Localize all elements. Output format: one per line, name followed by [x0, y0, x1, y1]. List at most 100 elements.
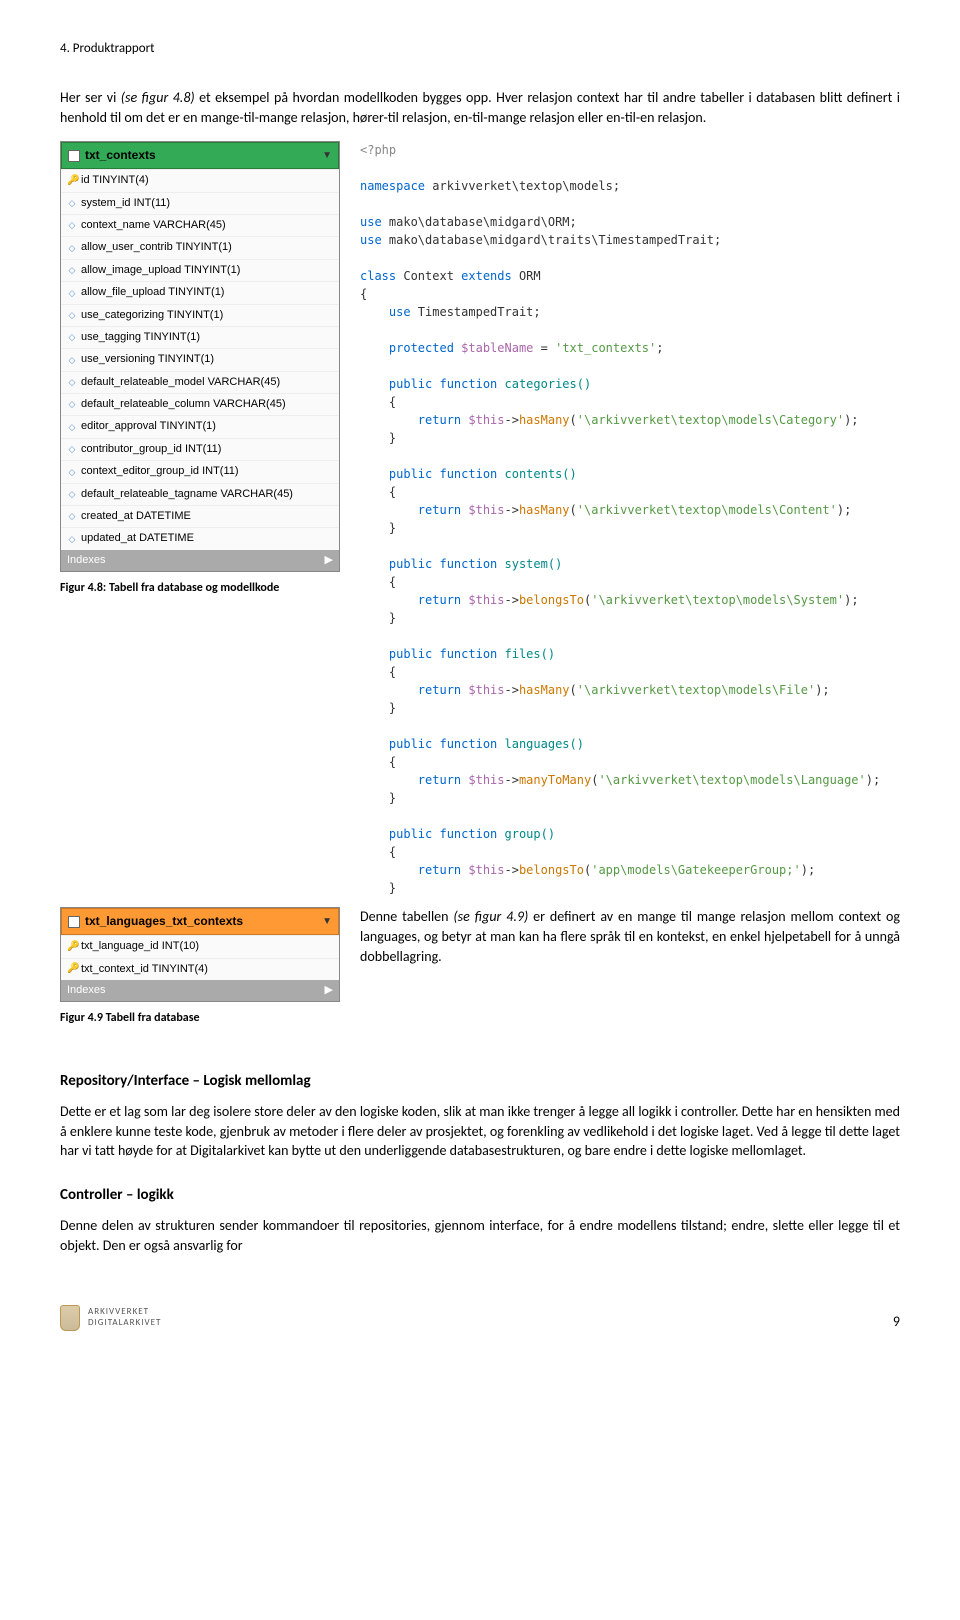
- code-kw: protected: [360, 341, 461, 355]
- code-var: $this: [468, 863, 504, 877]
- db-field: use_categorizing TINYINT(1): [81, 308, 223, 323]
- code-brace: }: [360, 791, 396, 805]
- mid-paragraph: Denne tabellen (se figur 4.9) er definer…: [360, 907, 900, 1047]
- code-op: ->: [505, 593, 519, 607]
- code-op: ->: [505, 683, 519, 697]
- diamond-icon: ◇: [67, 376, 77, 389]
- diamond-icon: ◇: [67, 443, 77, 456]
- db-field: txt_context_id TINYINT(4): [81, 962, 208, 977]
- code-kw: use: [360, 215, 389, 229]
- code-string: '\arkivverket\textop\models\File': [577, 683, 815, 697]
- db-table-contexts: txt_contexts ▼ 🔑id TINYINT(4) ◇system_id…: [60, 141, 340, 572]
- db-table-languages: txt_languages_txt_contexts ▼ 🔑txt_langua…: [60, 907, 340, 1002]
- code-kw: use: [360, 305, 418, 319]
- code-var: $this: [468, 413, 504, 427]
- code-kw: namespace: [360, 179, 432, 193]
- diamond-icon: ◇: [67, 264, 77, 277]
- db-field: contributor_group_id INT(11): [81, 442, 221, 457]
- code-kw: return: [360, 503, 468, 517]
- diamond-icon: ◇: [67, 533, 77, 546]
- code-brace: {: [360, 845, 396, 859]
- code-fn: contents(): [505, 467, 577, 481]
- figure-caption-2: Figur 4.9 Tabell fra database: [60, 1010, 340, 1027]
- code-brace: {: [360, 755, 396, 769]
- table-icon: [68, 150, 80, 162]
- code-paren: );: [837, 503, 851, 517]
- code-block: <?php namespace arkivverket\textop\model…: [360, 141, 900, 897]
- db-row: ◇ contributor_group_id INT(11): [61, 438, 339, 460]
- code-kw: class: [360, 269, 403, 283]
- db-field: default_relateable_column VARCHAR(45): [81, 397, 286, 412]
- code-kw: public function: [360, 647, 505, 661]
- code-brace: }: [360, 431, 396, 445]
- db-row: 🔑 txt_language_id INT(10): [61, 935, 339, 957]
- db-row: ◇context_name VARCHAR(45): [61, 214, 339, 236]
- logo-text: ARKIVVERKET DIGITALARKIVET: [88, 1307, 161, 1329]
- code-string: '\arkivverket\textop\models\Content': [577, 503, 837, 517]
- code-kw: public function: [360, 467, 505, 481]
- code-op: ->: [505, 863, 519, 877]
- diamond-icon: ◇: [67, 354, 77, 367]
- code-op: ->: [505, 413, 519, 427]
- db-row: ◇use_tagging TINYINT(1): [61, 326, 339, 348]
- code-method: manyToMany: [519, 773, 591, 787]
- code-text: arkivverket\textop\models;: [432, 179, 620, 193]
- indexes-label: Indexes: [67, 553, 106, 568]
- db-field: allow_user_contrib TINYINT(1): [81, 240, 232, 255]
- code-tag: <?php: [360, 143, 396, 157]
- db-field: context_name VARCHAR(45): [81, 218, 226, 233]
- code-method: hasMany: [519, 503, 570, 517]
- db-field: system_id INT(11): [81, 196, 170, 211]
- logo-line2: DIGITALARKIVET: [88, 1318, 161, 1329]
- code-brace: {: [360, 395, 396, 409]
- code-text: TimestampedTrait;: [418, 305, 541, 319]
- db-field: created_at DATETIME: [81, 509, 191, 524]
- db-field: txt_language_id INT(10): [81, 939, 199, 954]
- code-brace: }: [360, 521, 396, 535]
- db-row: ◇allow_file_upload TINYINT(1): [61, 281, 339, 303]
- code-kw: public function: [360, 377, 505, 391]
- code-string: '\arkivverket\textop\models\Language': [598, 773, 865, 787]
- code-fn: languages(): [505, 737, 584, 751]
- code-method: hasMany: [519, 413, 570, 427]
- db-row: ◇ allow_user_contrib TINYINT(1): [61, 236, 339, 258]
- diamond-icon: ◇: [67, 242, 77, 255]
- db-indexes: Indexes▶: [61, 980, 339, 1001]
- code-kw: public function: [360, 827, 505, 841]
- key-icon: 🔑: [67, 962, 77, 976]
- code-kw: public function: [360, 737, 505, 751]
- code-fn: categories(): [505, 377, 592, 391]
- expand-icon: ▶: [325, 553, 333, 568]
- db-row: ◇allow_image_upload TINYINT(1): [61, 259, 339, 281]
- db-field: default_relateable_model VARCHAR(45): [81, 375, 280, 390]
- code-brace: {: [360, 575, 396, 589]
- code-op: ->: [505, 503, 519, 517]
- code-var: $tableName: [461, 341, 540, 355]
- section-heading-repository: Repository/Interface – Logisk mellomlag: [60, 1071, 900, 1092]
- code-kw: extends: [461, 269, 519, 283]
- code-var: $this: [468, 593, 504, 607]
- db-row: ◇ default_relateable_model VARCHAR(45): [61, 371, 339, 393]
- code-kw: use: [360, 233, 389, 247]
- db-field: allow_file_upload TINYINT(1): [81, 285, 224, 300]
- figure-ref-1: (se figur 4.8): [121, 89, 195, 106]
- key-icon: 🔑: [67, 940, 77, 954]
- code-paren: );: [844, 413, 858, 427]
- footer-logo: ARKIVVERKET DIGITALARKIVET: [60, 1305, 161, 1331]
- code-fn: files(): [505, 647, 556, 661]
- expand-icon: ▶: [325, 983, 333, 998]
- diamond-icon: ◇: [67, 488, 77, 501]
- code-method: belongsTo: [519, 863, 584, 877]
- code-kw: return: [360, 593, 468, 607]
- intro-paragraph: Her ser vi (se figur 4.8) et eksempel på…: [60, 88, 900, 127]
- code-string: '\arkivverket\textop\models\Category': [577, 413, 844, 427]
- diamond-icon: ◇: [67, 331, 77, 344]
- db-indexes: Indexes ▶: [61, 550, 339, 571]
- code-kw: return: [360, 773, 468, 787]
- code-text: ORM: [519, 269, 541, 283]
- db-row: ◇system_id INT(11): [61, 192, 339, 214]
- db-field: use_versioning TINYINT(1): [81, 352, 214, 367]
- collapse-icon: ▼: [322, 149, 332, 163]
- db-row: ◇editor_approval TINYINT(1): [61, 415, 339, 437]
- code-fn: system(): [505, 557, 563, 571]
